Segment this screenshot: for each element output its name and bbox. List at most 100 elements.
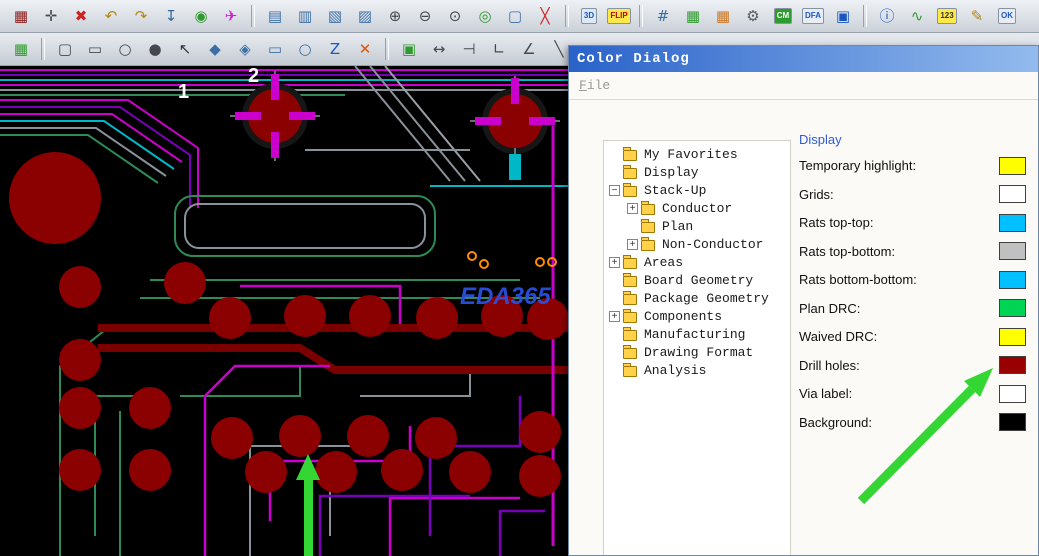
rect-tool-icon[interactable]: ▭ — [82, 37, 108, 61]
ok-check-icon[interactable]: OK — [994, 4, 1020, 28]
tree-item-display[interactable]: Display — [607, 163, 790, 181]
tree-item-conductor[interactable]: + Conductor — [607, 199, 790, 217]
tree-item-components[interactable]: + Components — [607, 307, 790, 325]
window-view-1-icon-glyph: ▤ — [267, 6, 283, 25]
zoom-world-icon[interactable]: ◎ — [472, 4, 498, 28]
edit-pencil-icon-glyph: ✎ — [970, 6, 984, 25]
zoom-world-icon-glyph: ◎ — [478, 6, 492, 25]
tree-item-label: My Favorites — [644, 146, 738, 162]
expand-box[interactable]: + — [609, 310, 620, 322]
pan-icon[interactable]: ✛ — [38, 4, 64, 28]
tree-item-plan[interactable]: Plan — [607, 217, 790, 235]
dfa-check-icon[interactable]: DFA — [800, 4, 826, 28]
3d-view-icon[interactable]: 3D — [576, 4, 602, 28]
tree-item-drawing-format[interactable]: Drawing Format — [607, 343, 790, 361]
window-view-1-icon[interactable]: ▤ — [262, 4, 288, 28]
window-view-4-icon[interactable]: ▨ — [352, 4, 378, 28]
expand-box[interactable]: + — [627, 238, 638, 250]
color-grid-icon[interactable]: ▦ — [8, 4, 34, 28]
color-swatch-rats-top-top[interactable] — [999, 213, 1026, 232]
grid-toggle-icon[interactable]: # — [650, 4, 676, 28]
delete-segment-icon[interactable]: ✕ — [352, 37, 378, 61]
line-45-icon-glyph: ╲ — [554, 39, 564, 58]
shape-circle-tool-icon[interactable]: ○ — [292, 37, 318, 61]
color-swatch-via-label[interactable] — [999, 384, 1026, 403]
layer-grid-alt-icon[interactable]: ▦ — [710, 4, 736, 28]
numbers-icon[interactable]: 123 — [934, 4, 960, 28]
redraw-icon[interactable]: ▢ — [502, 4, 528, 28]
measure-icon[interactable]: ↔ — [426, 37, 452, 61]
expand-box[interactable]: + — [609, 256, 620, 268]
expand-box[interactable]: + — [627, 202, 638, 214]
zoom-in-icon[interactable]: ⊕ — [382, 4, 408, 28]
board-icon-glyph: ▦ — [13, 39, 29, 58]
tree-item-my-favorites[interactable]: My Favorites — [607, 145, 790, 163]
constraint-manager-icon-glyph: CM — [773, 8, 793, 24]
redo-icon[interactable]: ↷ — [128, 4, 154, 28]
window-view-3-icon-glyph: ▧ — [327, 6, 343, 25]
large-pad — [9, 152, 101, 244]
chip-icon-glyph: ▣ — [835, 6, 851, 25]
gear-icon[interactable]: ⚙ — [740, 4, 766, 28]
tree-item-label: Manufacturing — [644, 326, 746, 342]
shape-polygon-tool-icon[interactable]: ◆ — [202, 37, 228, 61]
export-icon[interactable]: ↧ — [158, 4, 184, 28]
zoom-point-icon[interactable]: ⊙ — [442, 4, 468, 28]
module-icon[interactable]: ▣ — [396, 37, 422, 61]
delete-icon[interactable]: ✖ — [68, 4, 94, 28]
slot-tool-icon[interactable]: ▢ — [52, 37, 78, 61]
toolbar-separator — [41, 38, 45, 60]
window-view-3-icon[interactable]: ▧ — [322, 4, 348, 28]
flip-board-icon[interactable]: FLIP — [606, 4, 632, 28]
dialog-titlebar[interactable]: Color Dialog — [569, 46, 1038, 72]
color-swatch-plan-drc[interactable] — [999, 299, 1026, 317]
display-row-plan-drc: Plan DRC: — [799, 299, 1032, 317]
zoom-out-icon[interactable]: ⊖ — [412, 4, 438, 28]
tree-item-label: Analysis — [644, 362, 707, 378]
swap-layers-icon[interactable]: ╳ — [532, 4, 558, 28]
constraint-manager-icon[interactable]: CM — [770, 4, 796, 28]
z-route-icon[interactable]: Z — [322, 37, 348, 61]
pcb-canvas[interactable]: 1 2 EDA365 — [0, 65, 569, 556]
collapse-box[interactable]: − — [609, 184, 620, 196]
pad-tool-icon[interactable]: ● — [142, 37, 168, 61]
circle-tool-icon-glyph: ○ — [118, 39, 132, 58]
color-swatch-rats-top-bottom[interactable] — [999, 242, 1026, 260]
chip-icon[interactable]: ▣ — [830, 4, 856, 28]
color-swatch-temporary-highlight[interactable] — [999, 156, 1026, 175]
edit-pencil-icon[interactable]: ✎ — [964, 4, 990, 28]
pad-tool-icon-glyph: ● — [148, 39, 162, 58]
folder-icon — [623, 290, 637, 305]
tree-item-package-geometry[interactable]: Package Geometry — [607, 289, 790, 307]
layer-grid-icon[interactable]: ▦ — [680, 4, 706, 28]
info-icon[interactable]: ⓘ — [874, 4, 900, 28]
board-icon[interactable]: ▦ — [8, 37, 34, 61]
waveform-icon[interactable]: ∿ — [904, 4, 930, 28]
circle-tool-icon[interactable]: ○ — [112, 37, 138, 61]
color-swatch-grids[interactable] — [999, 185, 1026, 203]
tree-item-manufacturing[interactable]: Manufacturing — [607, 325, 790, 343]
shape-cut-tool-icon[interactable]: ◈ — [232, 37, 258, 61]
tree-item-non-conductor[interactable]: + Non-Conductor — [607, 235, 790, 253]
window-view-2-icon[interactable]: ▥ — [292, 4, 318, 28]
dimension-corner-icon[interactable]: ∟ — [486, 37, 512, 61]
tree-item-analysis[interactable]: Analysis — [607, 361, 790, 379]
color-swatch-rats-bottom-bottom[interactable] — [999, 270, 1026, 289]
color-swatch-drill-holes[interactable] — [999, 356, 1026, 374]
folder-icon — [623, 362, 637, 377]
color-grid-icon-glyph: ▦ — [13, 6, 29, 25]
shape-rect-tool-icon[interactable]: ▭ — [262, 37, 288, 61]
pick-tool-icon[interactable]: ↖ — [172, 37, 198, 61]
color-swatch-waived-drc[interactable] — [999, 327, 1026, 346]
menu-file[interactable]: File — [579, 78, 610, 93]
tree-item-areas[interactable]: + Areas — [607, 253, 790, 271]
tree-item-board-geometry[interactable]: Board Geometry — [607, 271, 790, 289]
dimension-icon[interactable]: ⊣ — [456, 37, 482, 61]
fly-line-icon[interactable]: ✈ — [218, 4, 244, 28]
undo-icon[interactable]: ↶ — [98, 4, 124, 28]
tree-item-stack-up[interactable]: − Stack-Up — [607, 181, 790, 199]
color-swatch-background[interactable] — [999, 413, 1026, 431]
angle-icon[interactable]: ∠ — [516, 37, 542, 61]
tree-item-label: Board Geometry — [644, 272, 754, 288]
world-view-icon[interactable]: ◉ — [188, 4, 214, 28]
